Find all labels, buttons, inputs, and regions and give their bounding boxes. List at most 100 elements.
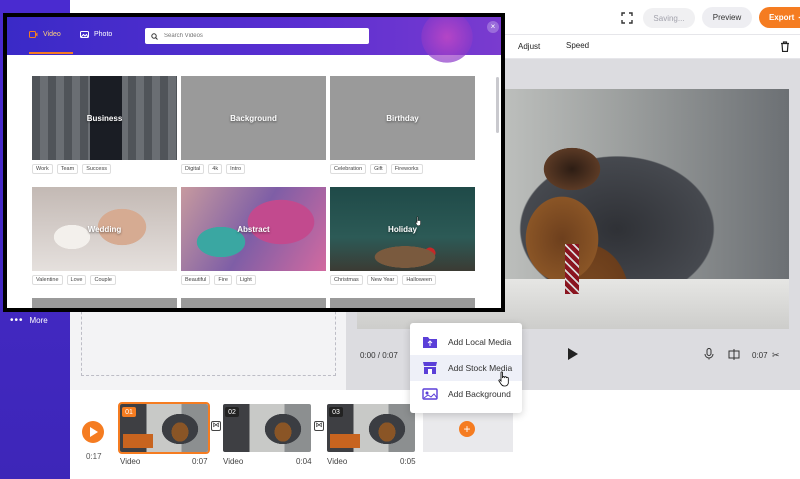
video-editor-window: ••• More Saving... Preview Export ➔ ⌄ Ad… [0, 0, 800, 479]
clip-text-overlay [123, 434, 153, 448]
export-button[interactable]: Export ➔ [759, 7, 800, 28]
category-card[interactable] [330, 298, 475, 308]
add-local-media-label: Add Local Media [448, 337, 512, 347]
timeline-clip[interactable]: 02 [223, 404, 311, 452]
category-card-wedding[interactable]: Wedding Valentine Love Couple [32, 187, 177, 285]
tag-chip[interactable]: Love [66, 275, 87, 285]
tag-chip[interactable]: New Year [366, 275, 399, 285]
category-title: Holiday [388, 224, 417, 234]
category-card-birthday[interactable]: Birthday Celebration Gift Fireworks [330, 76, 475, 174]
category-card-background[interactable]: Background Digital 4k Intro [181, 76, 326, 174]
clip-type: Video [120, 457, 141, 466]
tab-photo[interactable]: Photo [80, 31, 112, 38]
clip-number: 03 [329, 407, 343, 417]
fullscreen-icon[interactable] [621, 12, 633, 24]
category-card[interactable] [32, 298, 177, 308]
clip-duration: 0:05 [400, 457, 416, 466]
add-local-media-item[interactable]: Add Local Media [410, 329, 522, 355]
clip-duration: 0:07 [192, 457, 208, 466]
header-decoration [417, 17, 477, 67]
more-dots-icon: ••• [10, 314, 24, 326]
timeline-play-button[interactable] [82, 421, 104, 443]
timeline-clip[interactable]: 01 [118, 402, 210, 454]
current-time: 0:00 / 0:07 [360, 351, 398, 360]
category-tags: Beautiful Fire Light [181, 275, 256, 285]
clip-type: Video [327, 457, 348, 466]
category-thumbnail: Abstract [181, 187, 326, 271]
dialog-scrollbar[interactable] [496, 77, 499, 133]
photo-icon [80, 31, 89, 38]
category-thumbnail [330, 298, 475, 308]
category-tags: Valentine Love Couple [32, 275, 116, 285]
more-button[interactable]: ••• More [10, 314, 48, 326]
plus-icon[interactable]: + [459, 421, 475, 437]
microphone-icon[interactable] [704, 348, 714, 360]
timeline-total-time: 0:17 [86, 452, 102, 461]
tag-chip[interactable]: Gift [370, 164, 387, 174]
dialog-header: Video Photo × [7, 17, 501, 67]
hand-cursor-icon [498, 371, 509, 387]
tag-chip[interactable]: Halloween [402, 275, 436, 285]
tag-chip[interactable]: 4k [208, 164, 223, 174]
tab-video-label: Video [43, 31, 61, 38]
timeline-clip[interactable]: 03 [327, 404, 415, 452]
trash-icon[interactable] [780, 41, 790, 52]
adjust-tab[interactable]: Adjust [518, 42, 540, 51]
tag-chip[interactable]: Valentine [32, 275, 63, 285]
saving-status: Saving... [643, 8, 695, 28]
tab-photo-label: Photo [94, 31, 113, 38]
tab-video[interactable]: Video [29, 31, 73, 54]
category-tags: Work Team Success [32, 164, 111, 174]
transition-icon[interactable]: ⋈ [314, 421, 324, 431]
category-tags: Christmas New Year Halloween [330, 275, 436, 285]
close-icon[interactable]: × [487, 21, 499, 33]
category-thumbnail: Business [32, 76, 177, 160]
video-camera-icon [29, 31, 38, 38]
stock-media-dialog: Video Photo × Business Work Team [3, 13, 505, 312]
background-icon [422, 388, 438, 400]
category-card[interactable] [181, 298, 326, 308]
tag-chip[interactable]: Intro [226, 164, 246, 174]
tag-chip[interactable]: Fire [214, 275, 232, 285]
search-input[interactable] [164, 33, 354, 39]
add-background-label: Add Background [448, 389, 511, 399]
clip-number: 01 [122, 407, 136, 417]
tag-chip[interactable]: Celebration [330, 164, 367, 174]
category-card-abstract[interactable]: Abstract Beautiful Fire Light [181, 187, 326, 285]
tag-chip[interactable]: Beautiful [181, 275, 211, 285]
category-tags: Digital 4k Intro [181, 164, 246, 174]
store-icon [423, 362, 437, 374]
play-icon[interactable] [568, 348, 578, 360]
clip-number: 02 [225, 407, 239, 417]
category-thumbnail [181, 298, 326, 308]
category-thumbnail [32, 298, 177, 308]
duration: 0:07 [752, 351, 768, 360]
speed-tab[interactable]: Speed [566, 41, 589, 50]
tag-chip[interactable]: Couple [90, 275, 116, 285]
edit-toolbar: Adjust Speed [503, 35, 800, 59]
tag-chip[interactable]: Light [235, 275, 256, 285]
preview-button[interactable]: Preview [702, 7, 752, 28]
tag-chip[interactable]: Christmas [330, 275, 363, 285]
search-icon [151, 32, 158, 40]
video-frame-tie [565, 244, 579, 294]
tag-chip[interactable]: Fireworks [390, 164, 423, 174]
aspect-ratio-icon[interactable] [728, 349, 740, 360]
add-media-menu: Add Local Media Add Stock Media Add Back… [410, 323, 522, 413]
category-thumbnail: Background [181, 76, 326, 160]
tag-chip[interactable]: Team [56, 164, 79, 174]
category-card-business[interactable]: Business Work Team Success [32, 76, 177, 174]
export-label: Export [768, 13, 795, 22]
tag-chip[interactable]: Work [32, 164, 53, 174]
category-card-holiday[interactable]: Holiday Christmas New Year Halloween [330, 187, 475, 285]
clip-type: Video [223, 457, 244, 466]
clip-duration: 0:04 [296, 457, 312, 466]
hand-cursor-icon [415, 216, 421, 226]
tag-chip[interactable]: Success [82, 164, 111, 174]
scissors-icon[interactable]: ✂ [772, 350, 780, 361]
more-label: More [29, 316, 48, 325]
category-tags: Celebration Gift Fireworks [330, 164, 423, 174]
transition-icon[interactable]: ⋈ [211, 421, 221, 431]
tag-chip[interactable]: Digital [181, 164, 205, 174]
search-bar[interactable] [145, 28, 369, 44]
